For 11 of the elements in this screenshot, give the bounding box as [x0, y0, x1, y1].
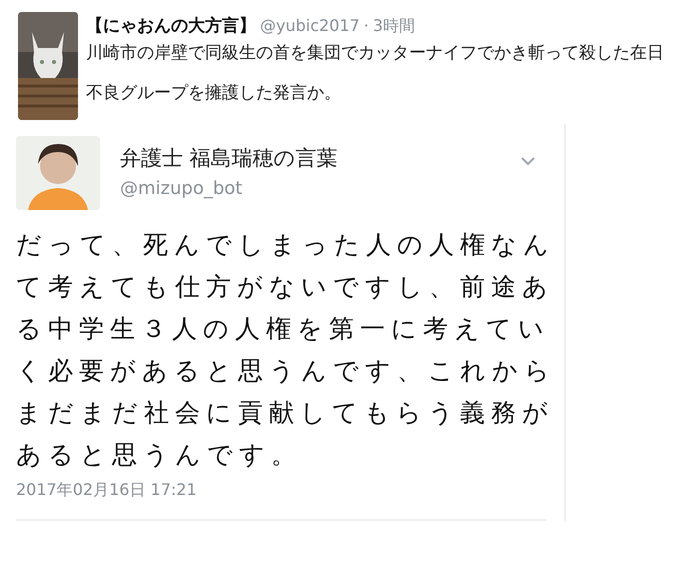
author-handle[interactable]: @yubic2017 — [260, 16, 360, 35]
chevron-down-icon[interactable] — [520, 156, 536, 166]
author-handle[interactable]: @mizupo_bot — [120, 178, 500, 199]
timestamp[interactable]: 3時間 — [372, 16, 416, 37]
author-name[interactable]: 弁護士 福島瑞穂の言葉 — [120, 144, 500, 172]
author-name[interactable]: 【にゃおんの大方言】 — [86, 14, 256, 37]
timestamp[interactable]: 2017年02月16日 17:21 — [16, 480, 564, 501]
tweet-text: 川崎市の岸壁で同級生の首を集団でカッターナイフでかき斬って殺した在日不良グループを擁護した発言か。 — [86, 42, 665, 105]
separator: · — [364, 16, 369, 35]
tweet-text: だって、死んでしまった人の人権なんて考えても仕方がないですし、前途ある中学生３人の人権を第一に考えていく必要があると思うんです、これからまだまだ社会に貢献してもらう義務があると思うんです。 — [16, 229, 557, 471]
avatar-icon — [16, 136, 100, 210]
